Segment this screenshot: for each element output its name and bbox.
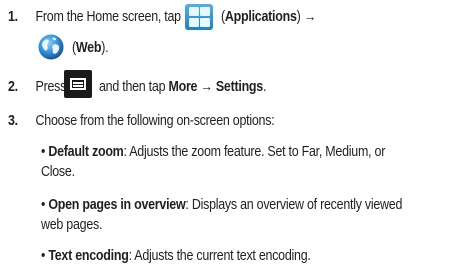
option-name: Text encoding (48, 248, 129, 264)
step-2-end: . (262, 79, 267, 95)
bullet-mark: • (41, 197, 46, 213)
option-description: : Adjusts the zoom feature. Set to Far, … (123, 144, 386, 160)
paren-close-arrow: ) → (296, 9, 317, 25)
step-1-applications: (Applications) → (221, 9, 436, 25)
option-description: : Displays an overview of recently viewe… (185, 197, 403, 213)
step-number: 1. (8, 9, 18, 25)
step-number: 3. (8, 113, 18, 129)
step-number: 2. (8, 79, 18, 95)
option-open-pages-overview: • Open pages in overview: Displays an ov… (41, 196, 432, 234)
step-3-text: Choose from the following on-screen opti… (35, 113, 275, 129)
more-settings-label: More → Settings (168, 79, 263, 95)
step-2-mid: and then tap (99, 79, 166, 95)
bullet-mark: • (41, 248, 46, 264)
applications-grid-icon (185, 4, 213, 30)
option-default-zoom: • Default zoom: Adjusts the zoom feature… (41, 143, 432, 181)
step-2-rest: and then tap More → Settings. (99, 79, 409, 95)
option-description: : Adjusts the current text encoding. (128, 248, 311, 264)
menu-key-icon (64, 70, 92, 98)
option-text-encoding: • Text encoding: Adjusts the current tex… (41, 247, 432, 265)
step-2-press: Press (35, 79, 67, 95)
web-globe-icon (38, 34, 64, 60)
option-description-cont: Close. (41, 164, 75, 180)
bullet-mark: • (41, 144, 46, 160)
step-1-web: (Web). (72, 40, 201, 56)
step-text: From the Home screen, tap (35, 9, 182, 25)
option-name: Open pages in overview (48, 197, 186, 213)
option-name: Default zoom (48, 144, 124, 160)
web-label: Web (75, 40, 102, 56)
option-description-cont: web pages. (41, 217, 103, 233)
applications-label: Applications (224, 9, 297, 25)
step-1-text: From the Home screen, tap (35, 9, 182, 25)
paren-close: ). (101, 40, 109, 56)
